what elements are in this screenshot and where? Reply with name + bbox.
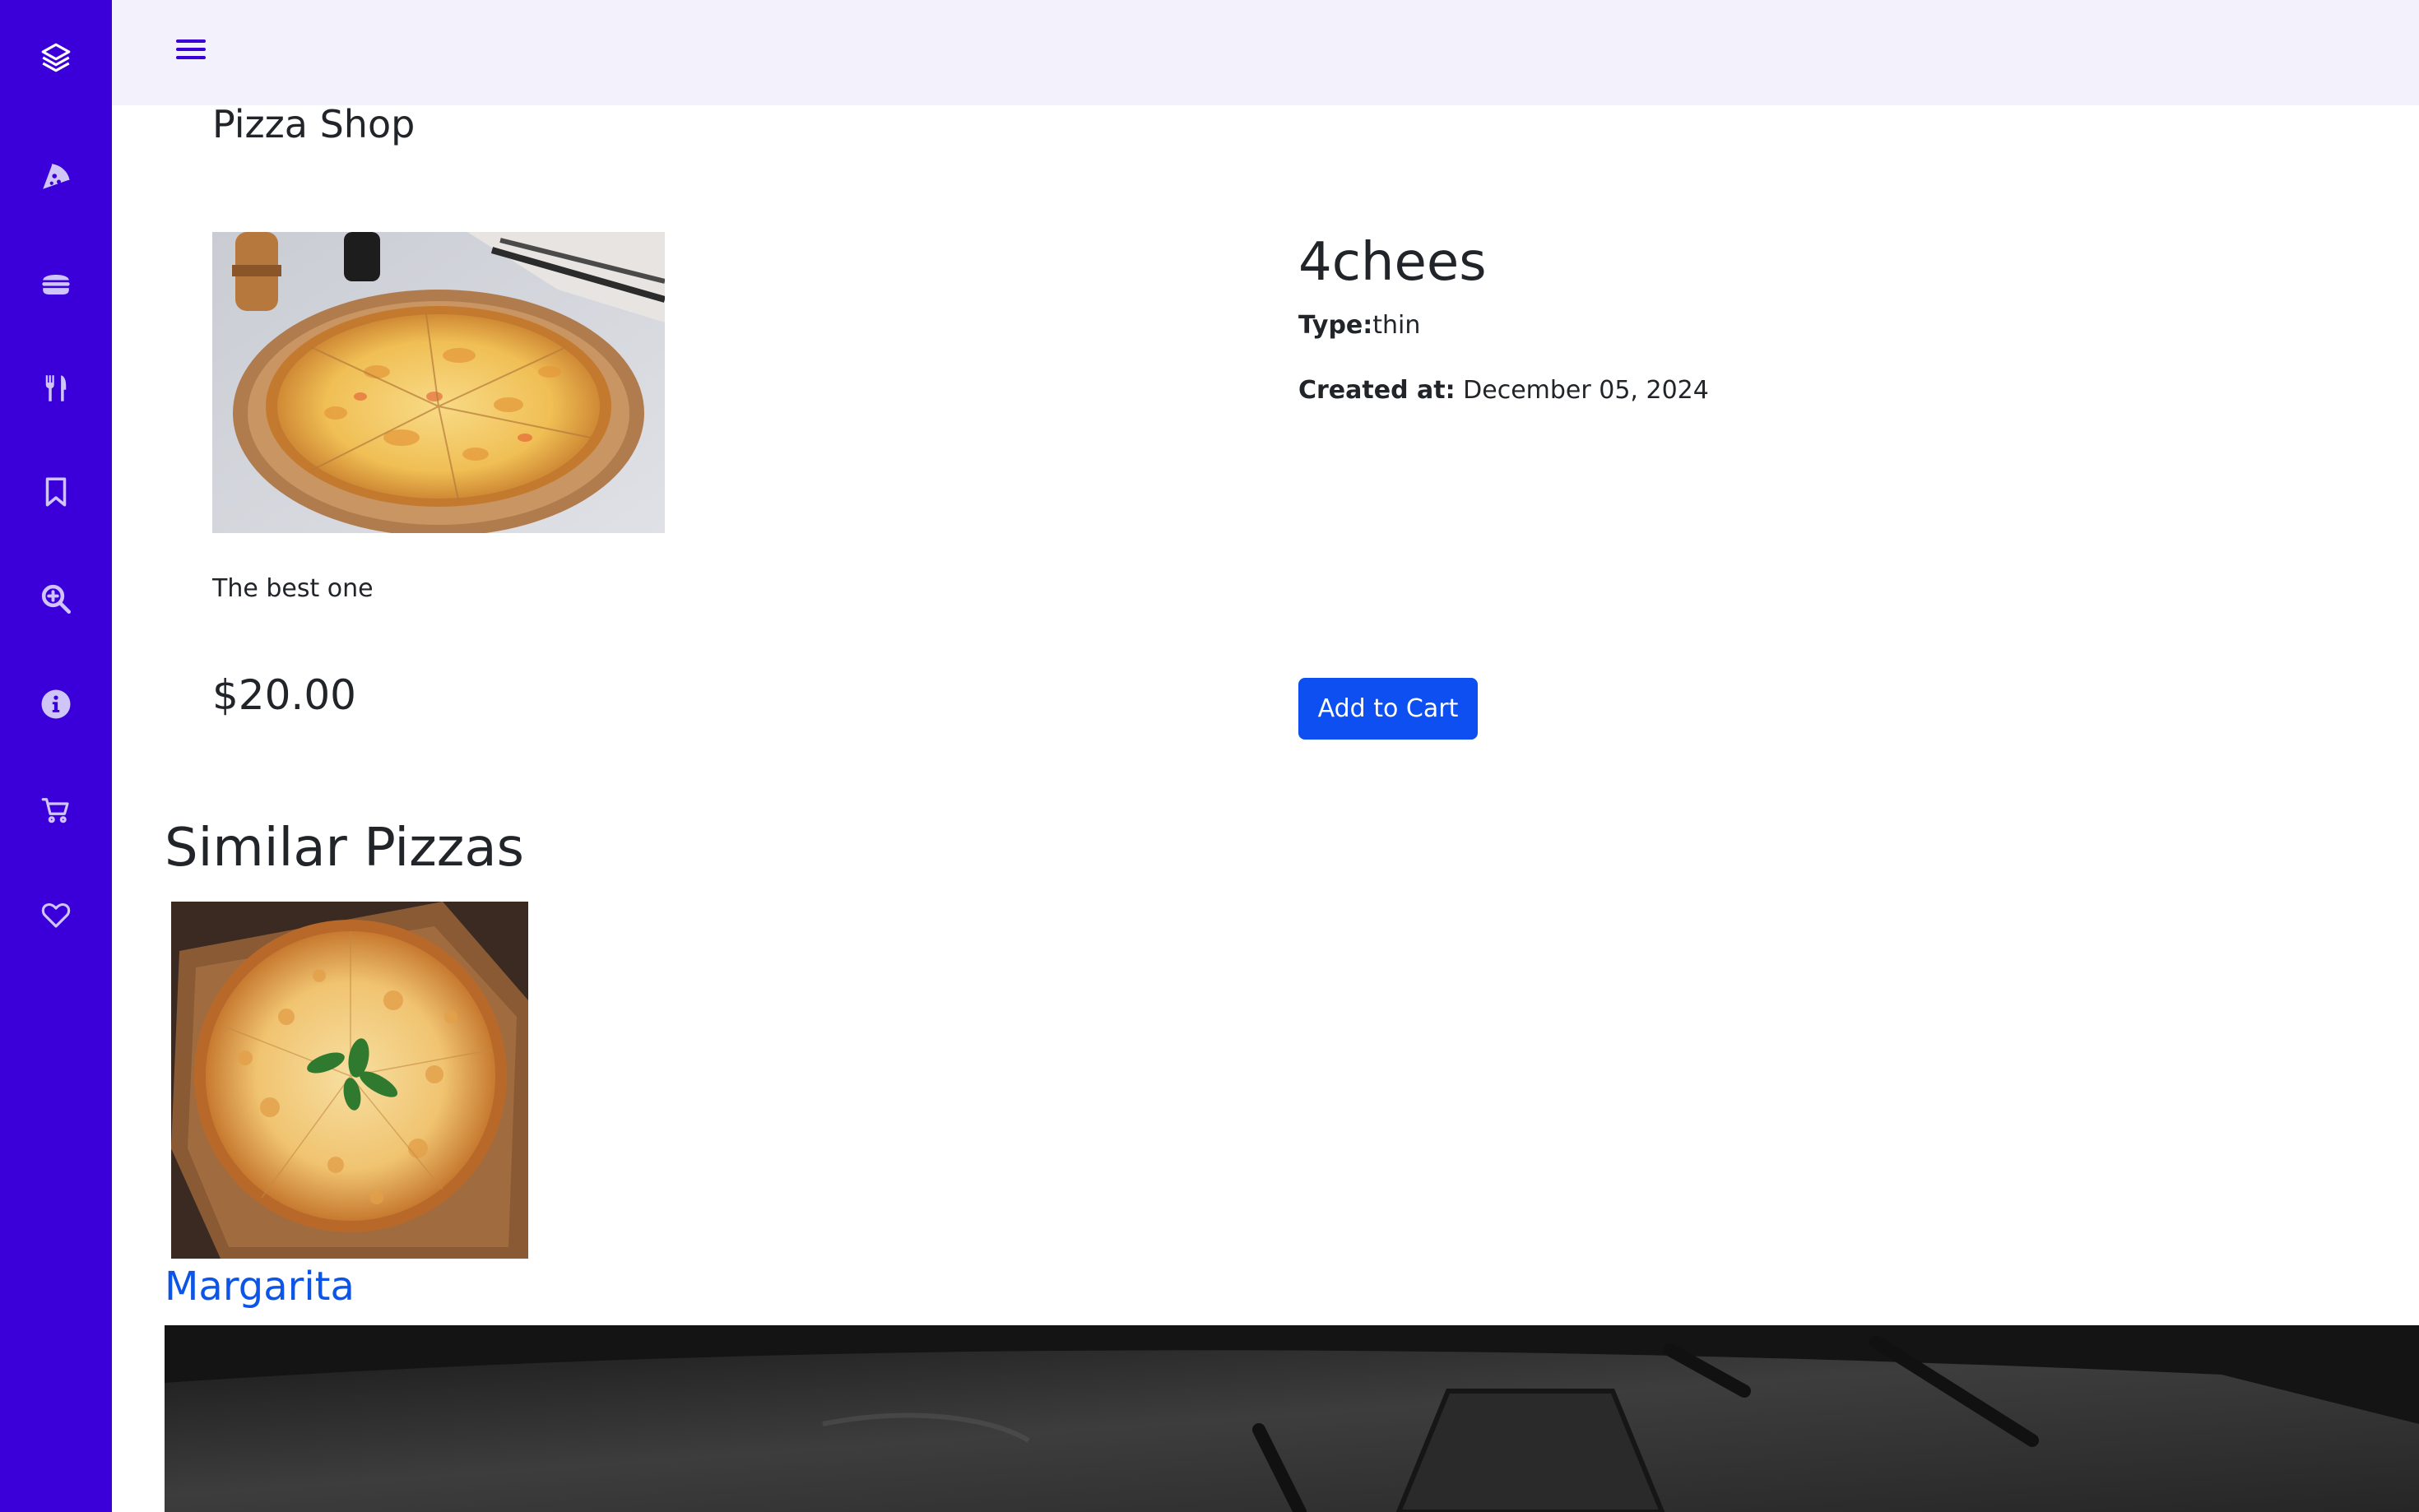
hamburger-icon[interactable] [168,30,214,69]
product-description: The best one [212,574,374,603]
add-to-cart-button[interactable]: Add to Cart [1298,678,1478,740]
heart-icon[interactable] [33,892,79,938]
banner-image [165,1325,2419,1512]
sidebar [0,0,112,1512]
info-circle-icon[interactable] [33,681,79,727]
similar-pizza-image[interactable] [171,902,528,1259]
created-value: December 05, 2024 [1463,376,1709,405]
page-title: Pizza Shop [212,102,416,146]
similar-pizza-link[interactable]: Margarita [165,1264,355,1310]
similar-pizzas-title: Similar Pizzas [165,818,524,879]
pizza-slice-icon[interactable] [33,153,79,199]
cart-icon[interactable] [33,786,79,833]
topbar [112,0,2419,105]
utensils-icon[interactable] [33,365,79,411]
type-label: Type: [1298,311,1373,340]
created-label: Created at: [1298,376,1456,405]
search-plus-icon[interactable] [33,576,79,622]
product-image [212,232,665,533]
layers-icon[interactable] [33,35,79,81]
product-created-at: Created at: December 05, 2024 [1298,376,1709,405]
type-value: thin [1372,311,1421,340]
bookmark-icon[interactable] [33,469,79,515]
burger-icon[interactable] [33,260,79,306]
product-price: $20.00 [212,671,356,719]
product-name: 4chees [1298,232,1487,293]
product-type: Type:thin [1298,311,1420,340]
